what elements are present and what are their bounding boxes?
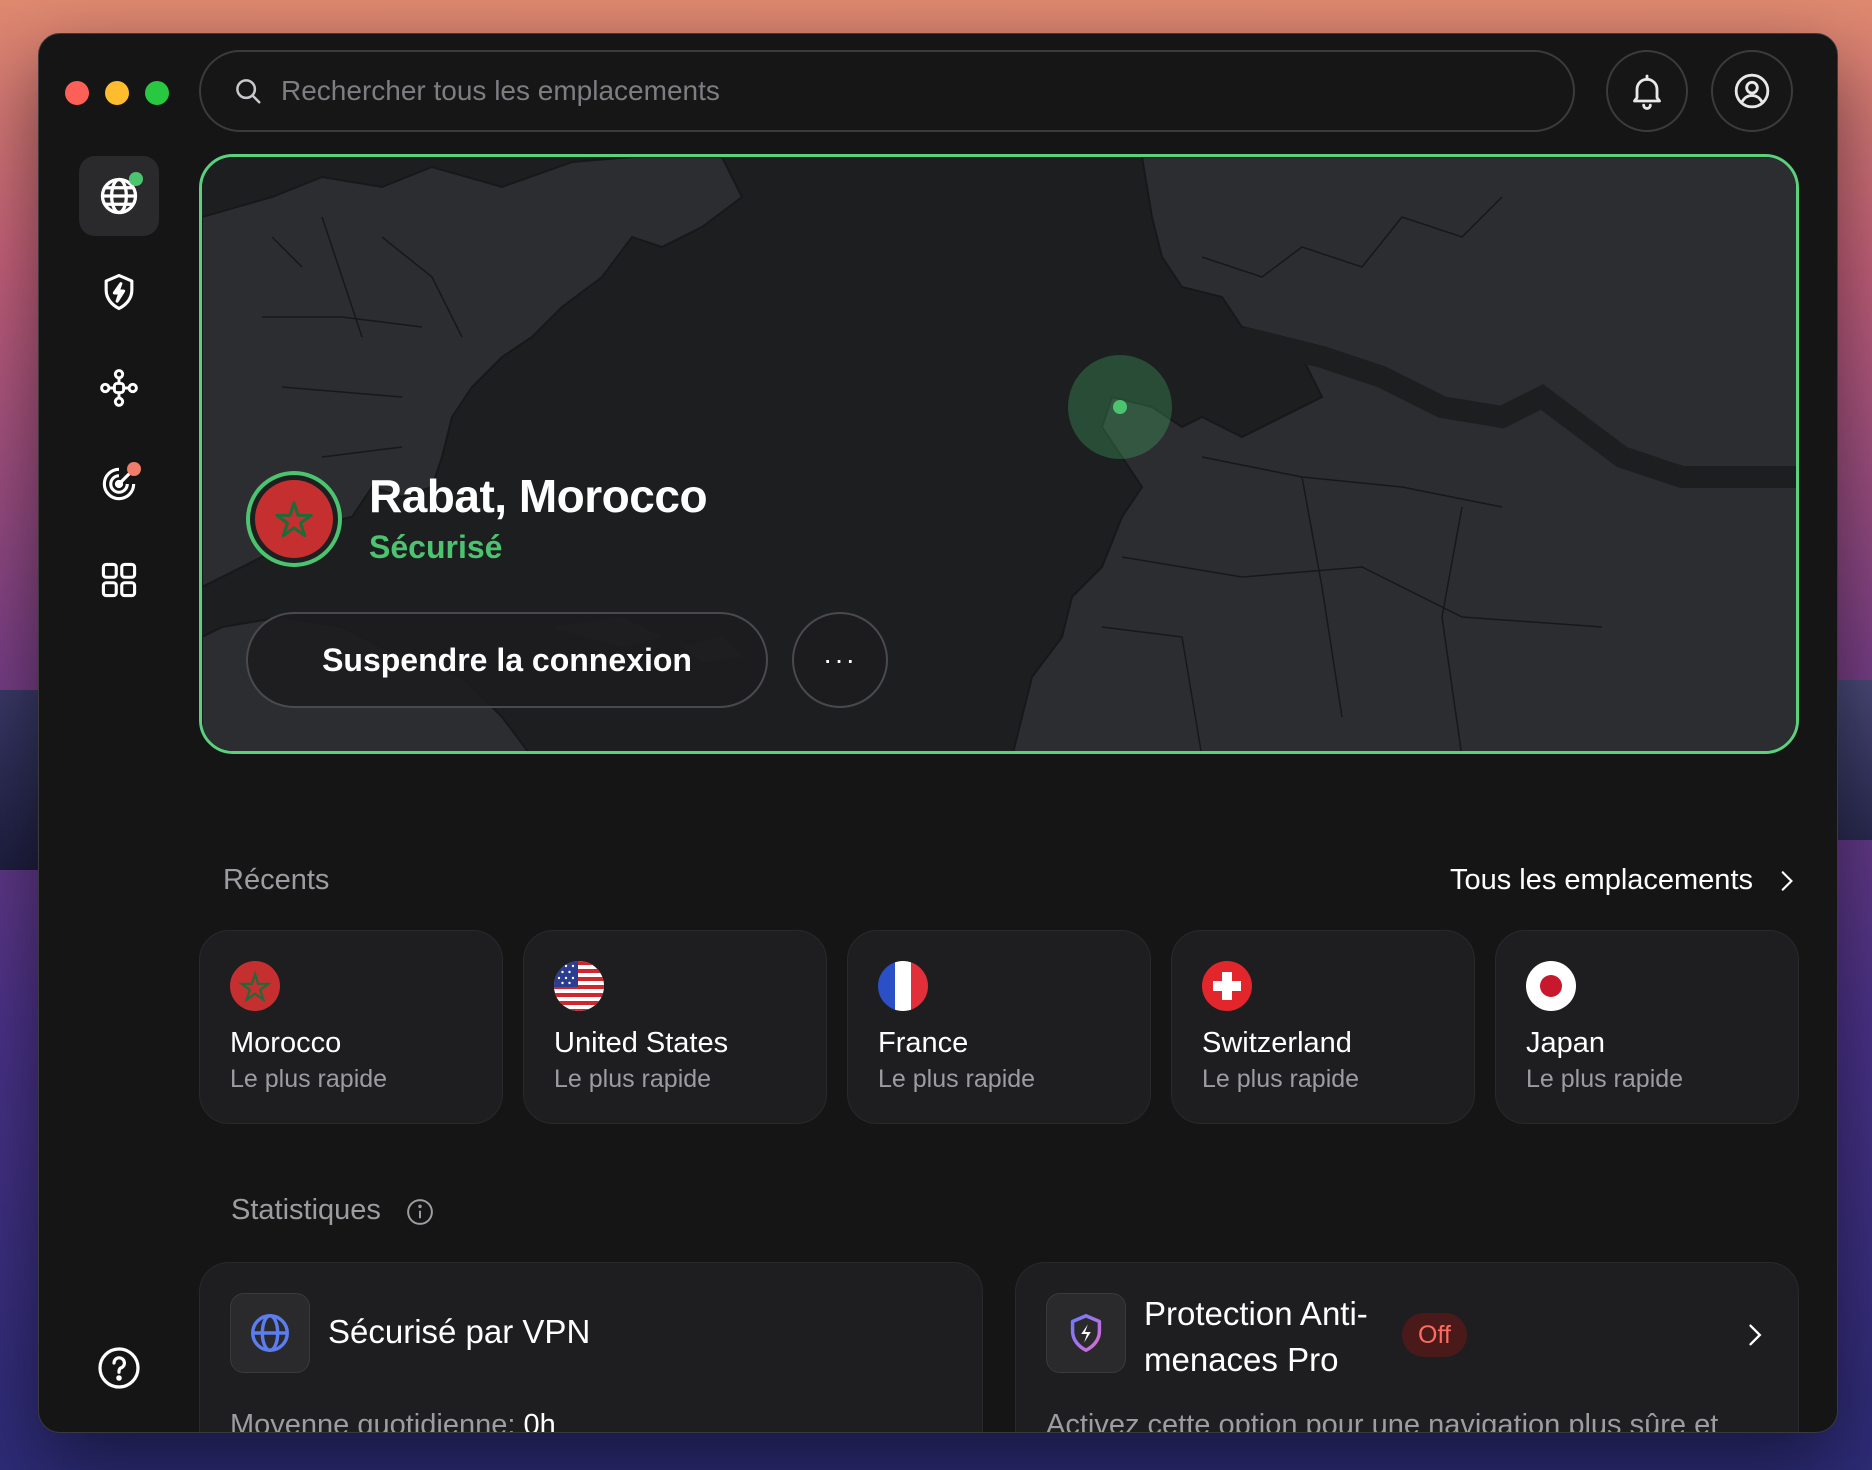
desktop-background-right <box>1838 680 1872 840</box>
search-icon <box>236 79 261 104</box>
sidebar-item-dark-web-monitor[interactable] <box>79 444 159 524</box>
zoom-window-button[interactable] <box>145 81 169 105</box>
search-input[interactable] <box>281 75 1481 107</box>
info-icon[interactable] <box>405 1197 435 1227</box>
recent-sub: Le plus rapide <box>1526 1065 1684 1093</box>
threat-icon-box <box>1046 1293 1126 1373</box>
pause-connection-button[interactable]: Suspendre la connexion <box>246 612 768 708</box>
all-locations-label: Tous les emplacements <box>1449 864 1753 896</box>
more-options-button[interactable]: ··· <box>792 612 888 708</box>
vpn-stat-desc: Moyenne quotidienne: 0h <box>230 1409 556 1433</box>
united-states-flag-icon <box>554 961 604 1011</box>
recent-card-france[interactable]: France Le plus rapide <box>847 930 1151 1124</box>
vpn-stat-card[interactable]: Sécurisé par VPN Moyenne quotidienne: 0h <box>199 1262 983 1433</box>
close-window-button[interactable] <box>65 81 89 105</box>
switzerland-flag-icon <box>1202 961 1252 1011</box>
threat-title: Protection Anti- menaces Pro <box>1144 1291 1368 1383</box>
account-icon <box>1734 73 1770 109</box>
morocco-flag-icon <box>230 961 280 1011</box>
sidebar-item-locations[interactable] <box>79 156 159 236</box>
chevron-right-icon <box>1781 870 1793 891</box>
recent-card-morocco[interactable]: Morocco Le plus rapide <box>199 930 503 1124</box>
status-badge: Off <box>1402 1313 1467 1357</box>
app-window: Rabat, Morocco Sécurisé Suspendre la con… <box>38 33 1838 1433</box>
all-locations-link[interactable]: Tous les emplacements <box>1450 864 1799 897</box>
mesh-network-icon <box>100 369 138 407</box>
france-flag-icon <box>878 961 928 1011</box>
sidebar-item-more-tools[interactable] <box>79 540 159 620</box>
recents-label: Récents <box>223 864 330 896</box>
recent-name: Japan <box>1526 1027 1606 1059</box>
threat-desc: Activez cette option pour une navigation… <box>1046 1409 1719 1433</box>
desktop-background-left <box>0 690 40 870</box>
recent-card-switzerland[interactable]: Switzerland Le plus rapide <box>1171 930 1475 1124</box>
recent-sub: Le plus rapide <box>230 1065 388 1093</box>
recent-name: Morocco <box>230 1027 342 1059</box>
connected-indicator <box>129 172 143 186</box>
recent-name: France <box>878 1027 969 1059</box>
daily-average-label: Moyenne quotidienne: <box>230 1409 516 1433</box>
connection-status: Sécurisé <box>369 529 503 565</box>
statistics-label: Statistiques <box>231 1194 381 1226</box>
shield-bolt-icon <box>104 273 134 311</box>
account-button[interactable] <box>1711 50 1793 132</box>
grid-icon <box>101 562 137 598</box>
vpn-stat-icon-box <box>230 1293 310 1373</box>
sidebar-item-threat-protection[interactable] <box>79 252 159 332</box>
location-flag <box>246 471 342 567</box>
search-bar[interactable] <box>199 50 1575 132</box>
shield-bolt-icon <box>1070 1314 1102 1352</box>
globe-icon <box>251 1314 289 1352</box>
alert-indicator <box>127 462 141 476</box>
location-title: Rabat, Morocco <box>369 470 708 522</box>
recent-card-united-states[interactable]: United States Le plus rapide <box>523 930 827 1124</box>
sidebar-item-meshnet[interactable] <box>79 348 159 428</box>
threat-protection-card[interactable]: Protection Anti- menaces Pro Off Activez… <box>1015 1262 1799 1433</box>
threat-title-line2: menaces Pro <box>1144 1341 1339 1378</box>
recent-sub: Le plus rapide <box>878 1065 1036 1093</box>
vpn-stat-title: Sécurisé par VPN <box>328 1313 591 1350</box>
notifications-button[interactable] <box>1606 50 1688 132</box>
bell-icon <box>1633 74 1661 110</box>
window-controls <box>65 81 169 105</box>
minimize-window-button[interactable] <box>105 81 129 105</box>
japan-flag-icon <box>1526 961 1576 1011</box>
chevron-right-icon <box>1749 1324 1762 1346</box>
help-icon <box>98 1347 140 1389</box>
help-button[interactable] <box>95 1344 143 1392</box>
threat-title-line1: Protection Anti- <box>1144 1295 1368 1332</box>
recent-name: United States <box>554 1027 729 1059</box>
recent-card-japan[interactable]: Japan Le plus rapide <box>1495 930 1799 1124</box>
daily-average-value: 0h <box>523 1409 556 1433</box>
recent-sub: Le plus rapide <box>1202 1065 1360 1093</box>
recent-sub: Le plus rapide <box>554 1065 712 1093</box>
recent-name: Switzerland <box>1202 1027 1352 1059</box>
connection-card: Rabat, Morocco Sécurisé Suspendre la con… <box>199 154 1799 754</box>
